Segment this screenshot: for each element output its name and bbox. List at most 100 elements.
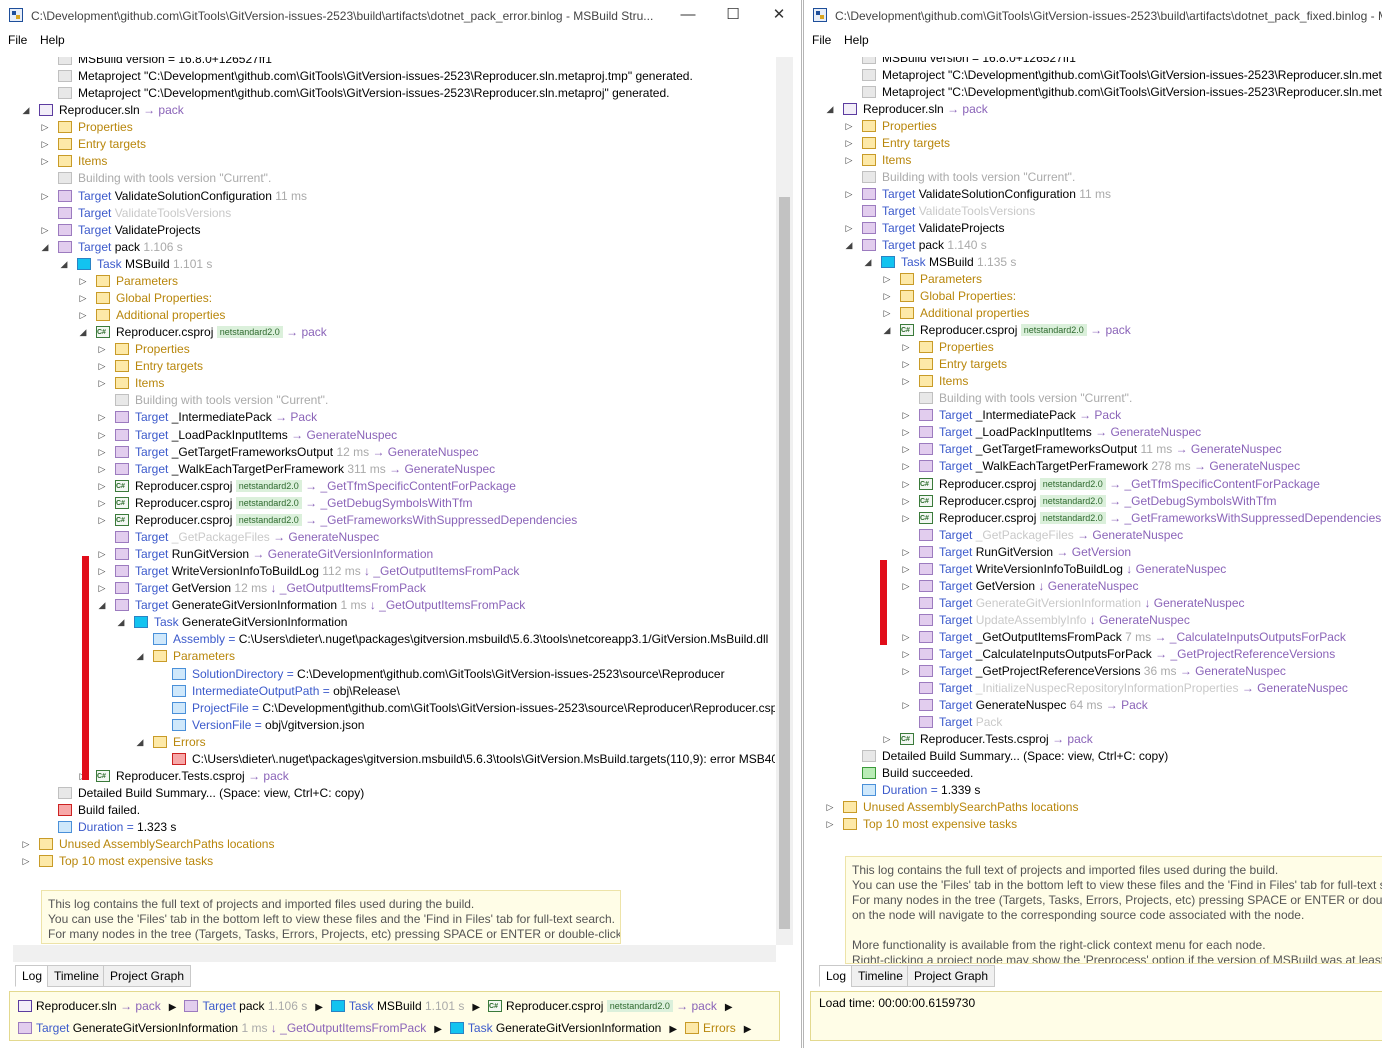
left-build-tree[interactable]: MSBuild version = 16.8.0+126527ff1 Metapr…	[13, 57, 775, 944]
expand-chevron-icon[interactable]: ▷	[844, 135, 854, 152]
menu-help[interactable]: Help	[40, 33, 65, 47]
tree-folder[interactable]: ▷ Top 10 most expensive tasks	[817, 816, 1382, 833]
breadcrumb-item[interactable]: Reproducer.csproj netstandard2.0 → pack	[488, 998, 717, 1015]
menu-file[interactable]: File	[812, 33, 831, 47]
tree-folder[interactable]: ▷ Additional properties	[817, 305, 1382, 322]
expand-chevron-icon[interactable]: ▷	[40, 222, 50, 239]
tree-target[interactable]: Target _GetPackageFiles → GenerateNuspec	[817, 527, 1382, 544]
tree-folder[interactable]: ◢ Errors	[13, 734, 775, 751]
expand-chevron-icon[interactable]: ▷	[901, 373, 911, 390]
tree-target[interactable]: Target ValidateToolsVersions	[13, 205, 775, 222]
tree-property[interactable]: Duration = 1.339 s	[817, 782, 1382, 799]
tree-project[interactable]: ◢ Reproducer.csproj netstandard2.0 → pack	[13, 324, 775, 341]
tree-project[interactable]: ▷ Reproducer.csproj netstandard2.0 → _Get…	[13, 512, 775, 529]
tree-target[interactable]: ▷ Target ValidateProjects	[13, 222, 775, 239]
tree-target[interactable]: ▷ Target ValidateProjects	[817, 220, 1382, 237]
expand-chevron-icon[interactable]: ▷	[21, 836, 31, 853]
tree-property[interactable]: Duration = 1.323 s	[13, 819, 775, 836]
tree-project[interactable]: ▷Reproducer.Tests.csproj → pack	[13, 768, 775, 785]
tab-timeline[interactable]: Timeline	[851, 965, 910, 987]
tree-folder[interactable]: ▷ Items	[817, 152, 1382, 169]
expand-chevron-icon[interactable]: ▷	[40, 119, 50, 136]
expand-chevron-icon[interactable]: ▷	[901, 697, 911, 714]
menu-file[interactable]: File	[8, 33, 27, 47]
tree-message[interactable]: Detailed Build Summary... (Space: view, …	[13, 785, 775, 802]
tree-target[interactable]: ▷ Target _LoadPackInputItems → GenerateNu…	[13, 427, 775, 444]
expand-chevron-icon[interactable]: ▷	[97, 444, 107, 461]
breadcrumb-item[interactable]: Target pack 1.106 s	[184, 999, 307, 1013]
tree-target[interactable]: ▷ Target GenerateNuspec 64 ms → Pack	[817, 697, 1382, 714]
expand-chevron-icon[interactable]: ▷	[97, 512, 107, 529]
expand-chevron-icon[interactable]: ▷	[901, 510, 911, 527]
tree-folder[interactable]: ▷ Top 10 most expensive tasks	[13, 853, 775, 870]
tree-target[interactable]: ▷ Target _GetTargetFrameworksOutput 12 ms…	[13, 444, 775, 461]
close-button[interactable]: ✕	[756, 4, 801, 26]
expand-chevron-icon[interactable]: ▷	[97, 461, 107, 478]
breadcrumb-item[interactable]: Task MSBuild 1.101 s	[330, 999, 464, 1013]
collapse-chevron-icon[interactable]: ◢	[135, 648, 145, 665]
expand-chevron-icon[interactable]: ▷	[78, 307, 88, 324]
tree-folder[interactable]: ▷ Properties	[13, 119, 775, 136]
tree-project[interactable]: ▷Reproducer.Tests.csproj → pack	[817, 731, 1382, 748]
expand-chevron-icon[interactable]: ▷	[901, 424, 911, 441]
tree-folder[interactable]: ▷ Properties	[817, 339, 1382, 356]
tree-error[interactable]: Build failed.	[13, 802, 775, 819]
expand-chevron-icon[interactable]: ▷	[78, 273, 88, 290]
tree-folder[interactable]: ▷ Items	[817, 373, 1382, 390]
breadcrumb-item[interactable]: Target GenerateGitVersionInformation 1 m…	[18, 1021, 426, 1035]
tree-target[interactable]: Target Pack	[817, 714, 1382, 731]
breadcrumb-item[interactable]: Reproducer.sln → pack	[18, 999, 161, 1013]
collapse-chevron-icon[interactable]: ◢	[78, 324, 88, 341]
tree-folder[interactable]: ▷ Unused AssemblySearchPaths locations	[13, 836, 775, 853]
expand-chevron-icon[interactable]: ▷	[97, 358, 107, 375]
tree-folder[interactable]: ▷ Properties	[817, 118, 1382, 135]
expand-chevron-icon[interactable]: ▷	[40, 188, 50, 205]
tree-property[interactable]: SolutionDirectory = C:\Development\githu…	[13, 666, 775, 683]
expand-chevron-icon[interactable]: ▷	[97, 580, 107, 597]
tree-message[interactable]: Metaproject "C:\Development\github.com\G…	[13, 68, 775, 85]
tree-target[interactable]: ◢ Target GenerateGitVersionInformation 1 …	[13, 597, 775, 614]
tree-folder[interactable]: ◢ Parameters	[13, 648, 775, 665]
expand-chevron-icon[interactable]: ▷	[901, 646, 911, 663]
expand-chevron-icon[interactable]: ▷	[844, 118, 854, 135]
expand-chevron-icon[interactable]: ▷	[901, 561, 911, 578]
expand-chevron-icon[interactable]: ▷	[844, 186, 854, 203]
collapse-chevron-icon[interactable]: ◢	[825, 101, 835, 118]
left-horizontal-scrollbar[interactable]	[13, 945, 776, 962]
expand-chevron-icon[interactable]: ▷	[78, 290, 88, 307]
tree-success[interactable]: Build succeeded.	[817, 765, 1382, 782]
tree-folder[interactable]: ▷ Items	[13, 375, 775, 392]
collapse-chevron-icon[interactable]: ◢	[882, 322, 892, 339]
tree-target[interactable]: ▷ Target _WalkEachTargetPerFramework 278 …	[817, 458, 1382, 475]
expand-chevron-icon[interactable]: ▷	[844, 152, 854, 169]
tree-folder[interactable]: ▷ Global Properties:	[817, 288, 1382, 305]
tree-folder[interactable]: ▷ Unused AssemblySearchPaths locations	[817, 799, 1382, 816]
tree-task[interactable]: ◢ Task GenerateGitVersionInformation	[13, 614, 775, 631]
breadcrumb-item[interactable]: Errors	[685, 1021, 736, 1035]
expand-chevron-icon[interactable]: ▷	[901, 458, 911, 475]
tree-folder[interactable]: ▷ Entry targets	[13, 358, 775, 375]
expand-chevron-icon[interactable]: ▷	[97, 375, 107, 392]
expand-chevron-icon[interactable]: ▷	[844, 220, 854, 237]
expand-chevron-icon[interactable]: ▷	[882, 271, 892, 288]
expand-chevron-icon[interactable]: ▷	[901, 544, 911, 561]
expand-chevron-icon[interactable]: ▷	[97, 546, 107, 563]
tree-message[interactable]: Metaproject "C:\Development\github.com\G…	[13, 85, 775, 102]
tree-target[interactable]: Target _GetPackageFiles → GenerateNuspec	[13, 529, 775, 546]
expand-chevron-icon[interactable]: ▷	[97, 563, 107, 580]
tree-target[interactable]: ▷ Target _IntermediatePack → Pack	[13, 409, 775, 426]
tree-message[interactable]: Building with tools version "Current".	[13, 170, 775, 187]
tree-folder[interactable]: ▷ Entry targets	[13, 136, 775, 153]
minimize-button[interactable]: —	[665, 4, 711, 26]
tree-target[interactable]: ▷ Target _GetOutputItemsFromPack 7 ms → _…	[817, 629, 1382, 646]
left-vertical-scrollbar[interactable]	[776, 57, 793, 945]
tree-message[interactable]: MSBuild version = 16.8.0+126527ff1	[817, 57, 1382, 67]
tree-property[interactable]: Assembly = C:\Users\dieter\.nuget\packag…	[13, 631, 775, 648]
tree-project[interactable]: ◢ Reproducer.csproj netstandard2.0 → pack	[817, 322, 1382, 339]
tree-message[interactable]: Detailed Build Summary... (Space: view, …	[817, 748, 1382, 765]
right-title-bar[interactable]: C:\Development\github.com\GitTools\GitVe…	[804, 0, 1382, 31]
collapse-chevron-icon[interactable]: ◢	[21, 102, 31, 119]
expand-chevron-icon[interactable]: ▷	[97, 341, 107, 358]
tree-target[interactable]: Target _InitializeNuspecRepositoryInform…	[817, 680, 1382, 697]
collapse-chevron-icon[interactable]: ◢	[59, 256, 69, 273]
